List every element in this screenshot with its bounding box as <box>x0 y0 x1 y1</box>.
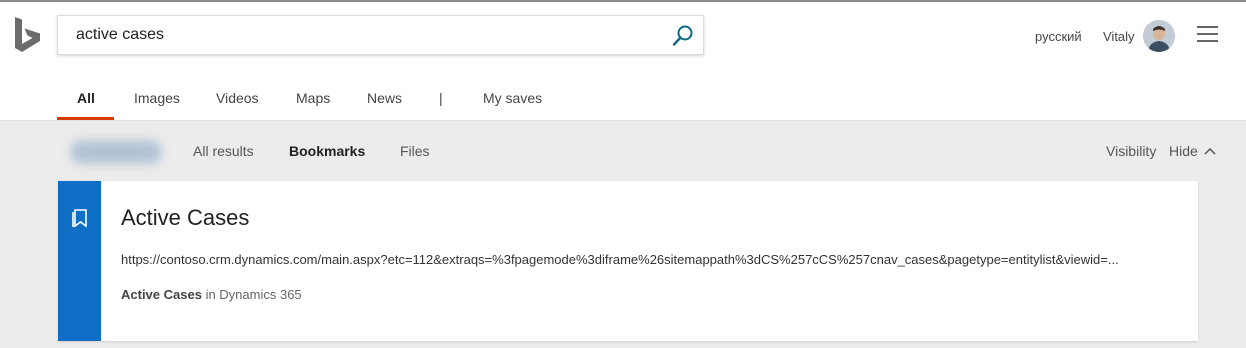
tab-videos[interactable]: Videos <box>216 90 259 106</box>
result-url[interactable]: https://contoso.crm.dynamics.com/main.as… <box>121 252 1119 267</box>
result-title[interactable]: Active Cases <box>121 205 249 231</box>
card-accent-bar <box>58 181 101 341</box>
visibility-link[interactable]: Visibility <box>1106 143 1156 159</box>
avatar[interactable] <box>1143 20 1175 52</box>
chevron-up-icon[interactable] <box>1203 144 1217 158</box>
tab-maps[interactable]: Maps <box>296 90 330 106</box>
subtab-files[interactable]: Files <box>400 143 430 159</box>
bing-logo-icon[interactable] <box>13 15 43 55</box>
tab-images[interactable]: Images <box>134 90 180 106</box>
user-photo-icon <box>1143 20 1175 52</box>
search-input[interactable] <box>76 16 656 54</box>
tab-separator: | <box>439 90 443 106</box>
result-source-suffix: in Dynamics 365 <box>201 287 302 302</box>
search-icon[interactable] <box>671 24 695 48</box>
tab-all[interactable]: All <box>77 90 95 106</box>
result-source: Active Cases in Dynamics 365 <box>121 287 302 302</box>
subtab-bookmarks[interactable]: Bookmarks <box>289 143 365 159</box>
subtab-all-results[interactable]: All results <box>193 143 254 159</box>
search-box[interactable] <box>57 15 704 55</box>
top-border <box>0 0 1246 2</box>
result-source-name: Active Cases <box>121 287 202 302</box>
language-link[interactable]: русский <box>1035 29 1082 44</box>
hide-link[interactable]: Hide <box>1169 143 1198 159</box>
bookmark-result-card[interactable]: Active Cases https://contoso.crm.dynamic… <box>58 181 1198 341</box>
tab-my-saves[interactable]: My saves <box>483 90 542 106</box>
bookmark-icon <box>72 209 87 228</box>
tab-news[interactable]: News <box>367 90 402 106</box>
menu-icon[interactable] <box>1197 26 1219 44</box>
user-name[interactable]: Vitaly <box>1103 29 1135 44</box>
blurred-org-label <box>70 140 162 164</box>
